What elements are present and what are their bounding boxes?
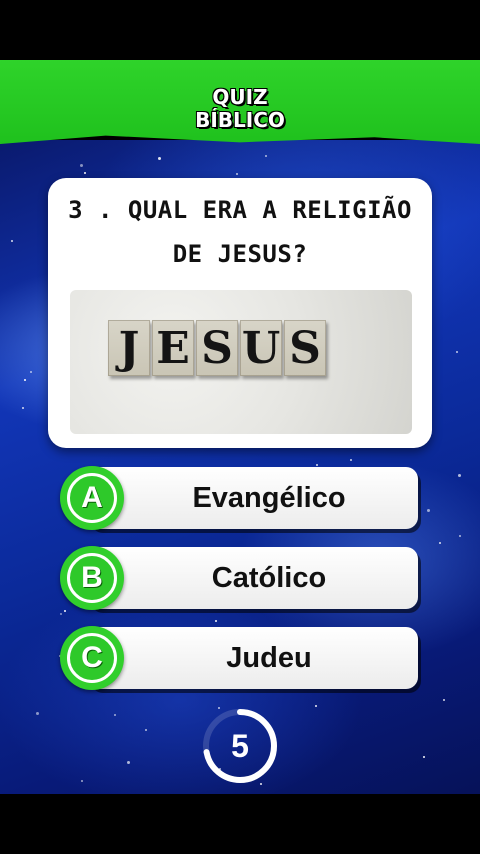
letter-tile: J — [108, 320, 150, 376]
star — [215, 620, 217, 622]
star — [36, 712, 39, 715]
option-a-button[interactable]: Evangélico A — [60, 466, 418, 531]
option-letter: B — [67, 553, 117, 603]
star — [350, 459, 352, 461]
quiz-title-line1: QUIZ — [212, 85, 268, 109]
option-b-label: Católico — [211, 561, 327, 594]
star — [30, 371, 32, 373]
question-text: 3 . QUAL ERA A RELIGIÃO DE JESUS? — [58, 188, 422, 276]
letter-tiles: J E S U S — [108, 320, 328, 376]
star — [145, 729, 147, 731]
star — [423, 756, 425, 758]
star — [456, 351, 458, 353]
star — [84, 172, 86, 174]
countdown-timer: 5 — [200, 706, 280, 786]
option-letter: C — [67, 633, 117, 683]
timer-seconds: 5 — [231, 727, 249, 764]
star — [315, 705, 317, 707]
star — [459, 535, 461, 537]
question-line2: DE JESUS? — [172, 240, 308, 268]
star — [458, 474, 461, 477]
star — [265, 155, 267, 157]
option-c-badge: C — [60, 626, 124, 690]
star — [60, 613, 62, 615]
option-c-button[interactable]: Judeu C — [60, 626, 418, 691]
star — [236, 173, 238, 175]
quiz-title-line2: BÍBLICO — [195, 108, 285, 132]
star — [443, 699, 445, 701]
star — [316, 464, 318, 466]
question-line1: 3 . QUAL ERA A RELIGIÃO — [68, 196, 412, 224]
star — [24, 379, 26, 381]
letter-tile: S — [284, 320, 326, 376]
option-a-label: Evangélico — [192, 481, 346, 514]
star — [439, 542, 441, 544]
star — [22, 407, 24, 409]
option-a-badge: A — [60, 466, 124, 530]
star — [158, 157, 161, 160]
option-b-badge: B — [60, 546, 124, 610]
star — [127, 761, 130, 764]
option-b-button[interactable]: Católico B — [60, 546, 418, 611]
quiz-title: QUIZ BÍBLICO — [0, 86, 480, 132]
bottom-letterbox — [0, 794, 480, 854]
star — [427, 509, 430, 512]
option-letter: A — [67, 473, 117, 523]
star — [11, 240, 13, 242]
star — [80, 164, 83, 167]
option-c-label: Judeu — [226, 641, 312, 674]
star — [114, 714, 116, 716]
letter-tile: U — [240, 320, 282, 376]
star — [81, 780, 83, 782]
question-image: J E S U S — [70, 290, 412, 434]
letter-tile: E — [152, 320, 194, 376]
question-card: 3 . QUAL ERA A RELIGIÃO DE JESUS? J E S … — [48, 178, 432, 448]
letter-tile: S — [196, 320, 238, 376]
top-letterbox — [0, 0, 480, 60]
